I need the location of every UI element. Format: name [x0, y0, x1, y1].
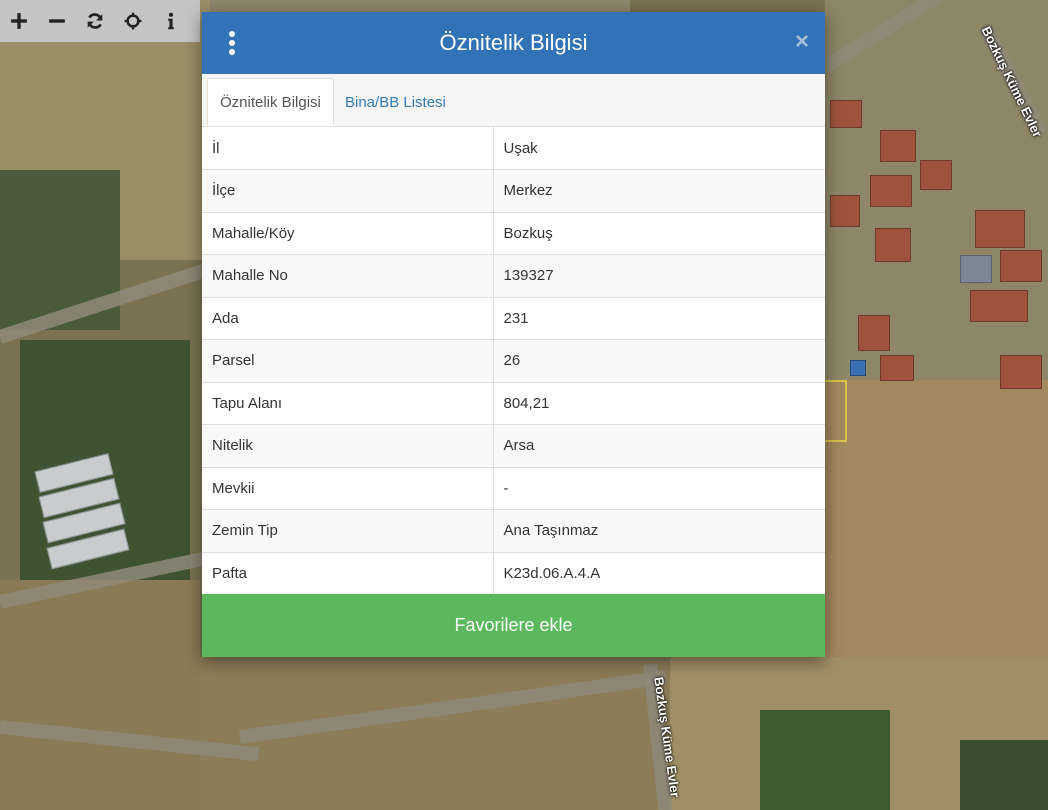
close-icon[interactable]: × [795, 30, 809, 54]
dialog-header: Öznitelik Bilgisi × [202, 12, 825, 74]
attribute-value: 26 [493, 339, 825, 382]
attribute-key: Mahalle/Köy [202, 211, 494, 255]
attribute-key: Parsel [202, 339, 494, 382]
tab-attribute-info[interactable]: Öznitelik Bilgisi [207, 78, 334, 126]
attribute-key: Zemin Tip [202, 509, 494, 552]
table-row: Nitelik Arsa [202, 424, 825, 467]
table-row: İlçe Merkez [202, 169, 825, 212]
attribute-key: Tapu Alanı [202, 381, 494, 425]
attribute-value: 804,21 [493, 381, 825, 425]
dialog-title: Öznitelik Bilgisi [439, 30, 588, 55]
attribute-value: 139327 [493, 254, 825, 297]
table-row: İl Uşak [202, 127, 825, 170]
attribute-value: Uşak [503, 139, 538, 157]
attribute-value: Bozkuş [493, 211, 825, 255]
table-row: Ada 231 [202, 296, 825, 340]
crosshair-icon [124, 12, 142, 30]
table-row: Parsel 26 [202, 339, 825, 382]
attribute-key: İlçe [202, 169, 494, 212]
attribute-key: İl [202, 127, 494, 170]
table-row: Pafta K23d.06.A.4.A [202, 551, 825, 595]
table-row: Zemin Tip Ana Taşınmaz [202, 509, 825, 552]
attribute-value: Arsa [493, 424, 825, 467]
kebab-menu-icon[interactable] [224, 31, 240, 55]
attribute-value: 231 [493, 296, 825, 340]
attribute-key: Pafta [202, 551, 494, 595]
add-to-favorites-button[interactable]: Favorilere ekle [202, 594, 825, 657]
dialog-tabs: Öznitelik Bilgisi Bina/BB Listesi [202, 74, 825, 127]
zoom-out-icon [49, 19, 65, 23]
attribute-key: Mahalle No [202, 254, 494, 297]
table-row: Mahalle No 139327 [202, 254, 825, 297]
attribute-key: Ada [202, 296, 494, 340]
attribute-key: Mevkii [202, 466, 494, 510]
refresh-icon [87, 13, 103, 29]
zoom-out-button[interactable] [38, 0, 76, 42]
attribute-value: Ana Taşınmaz [493, 509, 825, 552]
table-row: Mahalle/Köy Bozkuş [202, 211, 825, 255]
refresh-button[interactable] [76, 0, 114, 42]
zoom-in-icon [11, 13, 27, 29]
attribute-info-dialog: Öznitelik Bilgisi × Öznitelik Bilgisi Bi… [202, 12, 825, 657]
table-row: Tapu Alanı 804,21 [202, 381, 825, 425]
info-icon [168, 12, 174, 30]
attribute-value: Merkez [493, 169, 825, 212]
attribute-key: Nitelik [202, 424, 494, 467]
zoom-in-button[interactable] [0, 0, 38, 42]
attribute-table: İl Uşak İlçe Merkez Mahalle/Köy Bozkuş Mahalle… [202, 127, 825, 595]
info-button[interactable] [152, 0, 190, 42]
tab-building-list[interactable]: Bina/BB Listesi [333, 78, 458, 126]
table-row: Mevkii - [202, 466, 825, 510]
attribute-value: - [493, 466, 825, 510]
map-toolbar [0, 0, 200, 42]
attribute-value: K23d.06.A.4.A [493, 551, 825, 595]
locate-button[interactable] [114, 0, 152, 42]
